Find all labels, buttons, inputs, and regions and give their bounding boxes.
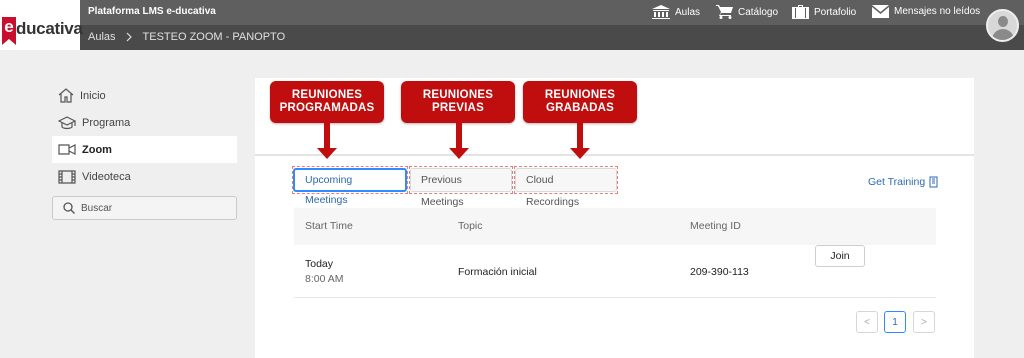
institution-icon <box>652 5 670 19</box>
briefcase-icon <box>792 5 809 19</box>
column-meeting-id: Meeting ID <box>690 220 741 232</box>
pagination-prev-button[interactable]: < <box>856 311 878 333</box>
book-icon <box>929 176 938 188</box>
table-header: Start Time Topic Meeting ID <box>294 208 936 245</box>
nav-aulas[interactable]: Aulas <box>652 5 700 19</box>
column-start-time: Start Time <box>305 220 353 232</box>
sidebar-search-input[interactable]: Buscar <box>52 196 237 220</box>
nav-catalogo[interactable]: Catálogo <box>716 5 778 19</box>
tab-cloud-recordings[interactable]: Cloud Recordings <box>514 166 618 208</box>
search-icon <box>63 202 75 214</box>
platform-title: Plataforma LMS e-ducativa <box>88 6 216 17</box>
tab-previous-meetings[interactable]: Previous Meetings <box>409 166 513 208</box>
cart-icon <box>716 5 733 19</box>
row-time: 8:00 AM <box>305 273 344 285</box>
home-icon <box>58 88 74 103</box>
nav-mensajes[interactable]: Mensajes no leídos <box>872 5 980 18</box>
callout-arrow-2 <box>449 123 469 159</box>
pagination-page-1[interactable]: 1 <box>884 311 906 333</box>
breadcrumb: Aulas TESTEO ZOOM - PANOPTO <box>88 31 285 43</box>
tab-upcoming-meetings[interactable]: Upcoming Meetings <box>292 166 408 206</box>
callout-arrow-1 <box>317 123 337 159</box>
column-topic: Topic <box>458 220 483 232</box>
logo-word: ducativa <box>16 19 83 38</box>
meetings-table: Start Time Topic Meeting ID Today 8:00 A… <box>294 208 936 298</box>
breadcrumb-aulas[interactable]: Aulas <box>88 31 116 43</box>
join-button[interactable]: Join <box>815 245 865 267</box>
header-divider <box>255 154 974 156</box>
row-topic: Formación inicial <box>458 266 537 278</box>
row-meeting-id: 209-390-113 <box>690 266 749 278</box>
pagination-next-button[interactable]: > <box>913 311 935 333</box>
nav-portafolio[interactable]: Portafolio <box>792 5 856 19</box>
film-icon <box>58 169 76 184</box>
table-row: Today 8:00 AM Formación inicial 209-390-… <box>294 245 936 298</box>
logo-letter: e <box>2 17 16 45</box>
callout-reuniones-previas: REUNIONES PREVIAS <box>401 81 515 123</box>
sidebar-item-programa[interactable]: Programa <box>52 109 237 136</box>
educativa-logo[interactable]: e ducativa <box>0 0 83 50</box>
sidebar-item-zoom[interactable]: Zoom <box>52 136 237 163</box>
chevron-right-icon <box>126 32 132 42</box>
breadcrumb-course[interactable]: TESTEO ZOOM - PANOPTO <box>143 31 286 43</box>
graduation-cap-icon <box>58 115 76 129</box>
envelope-icon <box>872 5 889 18</box>
get-training-link[interactable]: Get Training <box>868 176 939 188</box>
sidebar: Inicio Programa Zoom Videoteca <box>52 82 237 190</box>
video-camera-icon <box>58 144 76 155</box>
top-bar: e ducativa Plataforma LMS e-ducativa Aul… <box>0 0 1024 50</box>
callout-reuniones-grabadas: REUNIONES GRABADAS <box>523 81 637 123</box>
callout-arrow-3 <box>570 123 590 159</box>
callout-reuniones-programadas: REUNIONES PROGRAMADAS <box>270 81 384 123</box>
sidebar-item-videoteca[interactable]: Videoteca <box>52 163 237 190</box>
sidebar-item-inicio[interactable]: Inicio <box>52 82 237 109</box>
search-placeholder: Buscar <box>81 202 113 214</box>
user-avatar[interactable] <box>986 9 1019 42</box>
row-day: Today <box>305 258 334 270</box>
